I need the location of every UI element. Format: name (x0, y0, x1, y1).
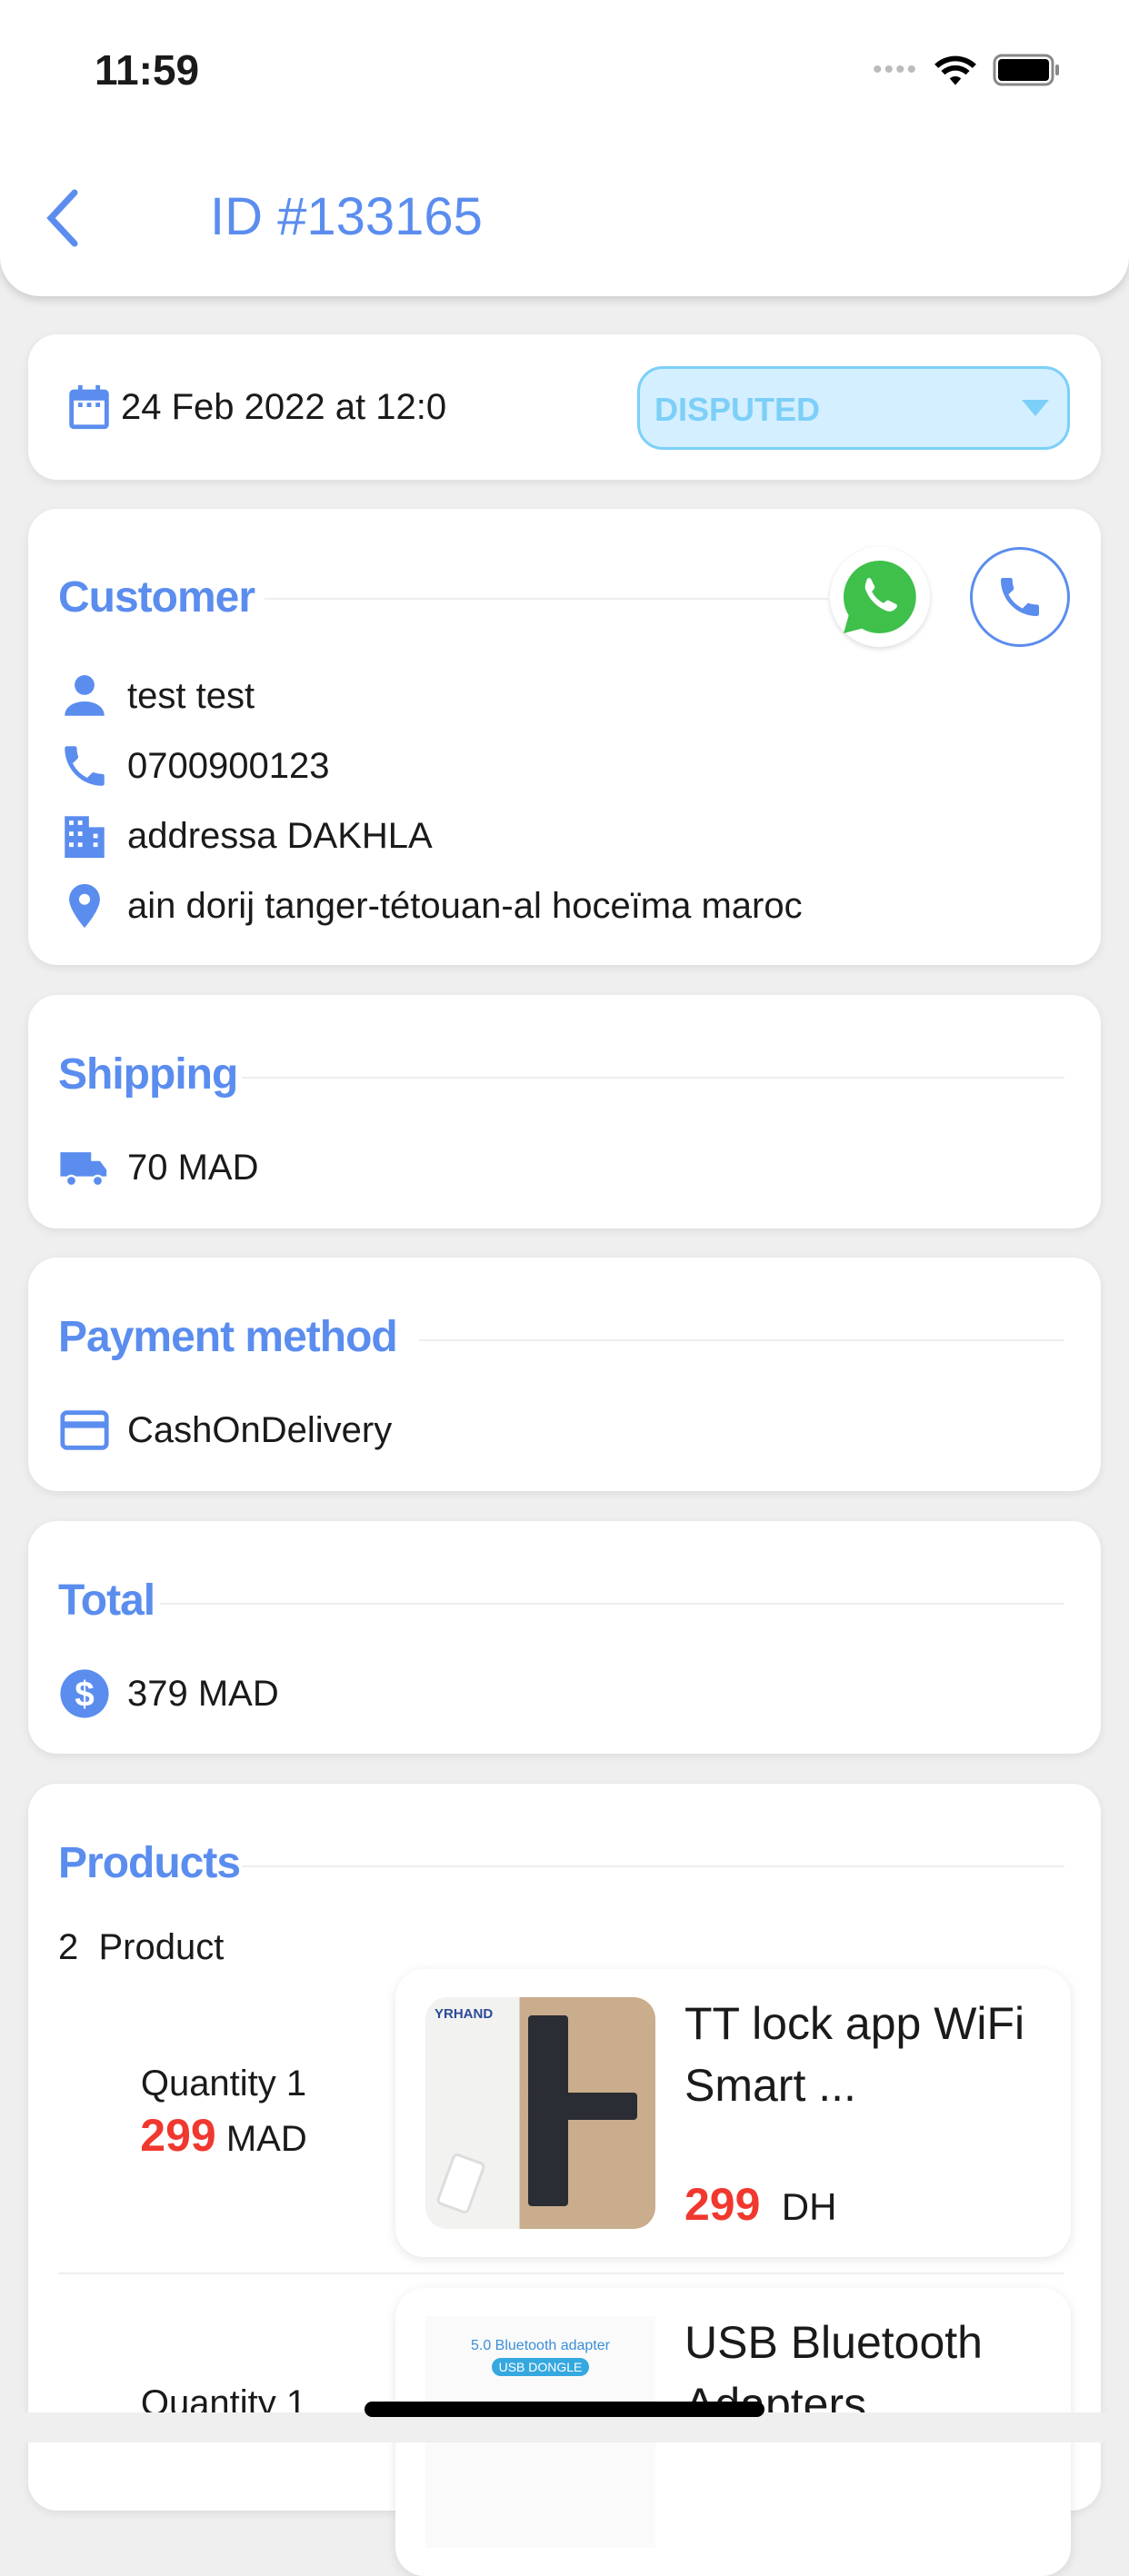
order-date: 24 Feb 2022 at 12:0 (121, 386, 447, 427)
total-title: Total (58, 1576, 155, 1625)
call-button[interactable] (970, 547, 1070, 647)
dollar-circle-icon: $ (60, 1669, 109, 1718)
shipping-value: 70 MAD (127, 1147, 259, 1188)
shipping-card: Shipping 70 MAD (28, 995, 1101, 1228)
signal-icon: •••• (873, 55, 919, 85)
customer-address: addressa DAKHLA (127, 815, 433, 856)
person-icon (65, 675, 105, 716)
products-count: 2 Product (58, 1927, 225, 1967)
product-quantity: Quantity 1 (140, 2064, 307, 2104)
phone-icon (65, 746, 105, 786)
header: 11:59 •••• ID #133165 (0, 0, 1129, 296)
product-card-price: 299 DH (684, 2179, 837, 2230)
svg-text:$: $ (75, 1675, 95, 1714)
wifi-icon (934, 55, 976, 85)
status-icons: •••• (873, 53, 1062, 87)
payment-card: Payment method CashOnDelivery (28, 1258, 1101, 1491)
credit-card-icon (60, 1410, 109, 1450)
page-title: ID #133165 (210, 187, 483, 246)
whatsapp-button[interactable] (830, 547, 930, 647)
status-dropdown[interactable]: DISPUTED (637, 366, 1070, 450)
battery-icon (993, 54, 1060, 86)
status-value: DISPUTED (654, 391, 821, 428)
payment-title: Payment method (58, 1313, 398, 1361)
customer-title: Customer (58, 573, 255, 622)
customer-name: test test (127, 675, 255, 716)
dropdown-arrow-icon (1022, 400, 1049, 416)
location-pin-icon (69, 883, 100, 929)
payment-value: CashOnDelivery (127, 1409, 393, 1450)
phone-icon (1001, 578, 1039, 616)
divider (58, 2273, 1064, 2274)
shipping-title: Shipping (58, 1050, 238, 1099)
product-name: TT lock app WiFi Smart ... (684, 1998, 1025, 2111)
home-indicator[interactable] (365, 2402, 764, 2417)
back-chevron-icon[interactable] (45, 189, 82, 247)
building-icon (65, 816, 105, 859)
customer-phone[interactable]: 0700900123 (127, 746, 329, 787)
total-value: 379 MAD (127, 1673, 279, 1714)
calendar-icon (69, 384, 109, 430)
truck-icon (60, 1152, 107, 1188)
total-card: Total $379 MAD (28, 1521, 1101, 1754)
status-time: 11:59 (95, 46, 200, 94)
product-price: 299 MAD (140, 2110, 307, 2161)
product-card[interactable]: YRHAND TT lock app WiFi Smart ... 299 DH (395, 1969, 1071, 2257)
customer-card: Customer test test 0700900123 addressa D… (28, 509, 1101, 965)
customer-location: ain dorij tanger-tétouan-al hoceïma maro… (127, 885, 803, 926)
products-title: Products (58, 1839, 241, 1887)
whatsapp-icon (844, 561, 916, 633)
product-image: YRHAND (425, 1997, 655, 2229)
